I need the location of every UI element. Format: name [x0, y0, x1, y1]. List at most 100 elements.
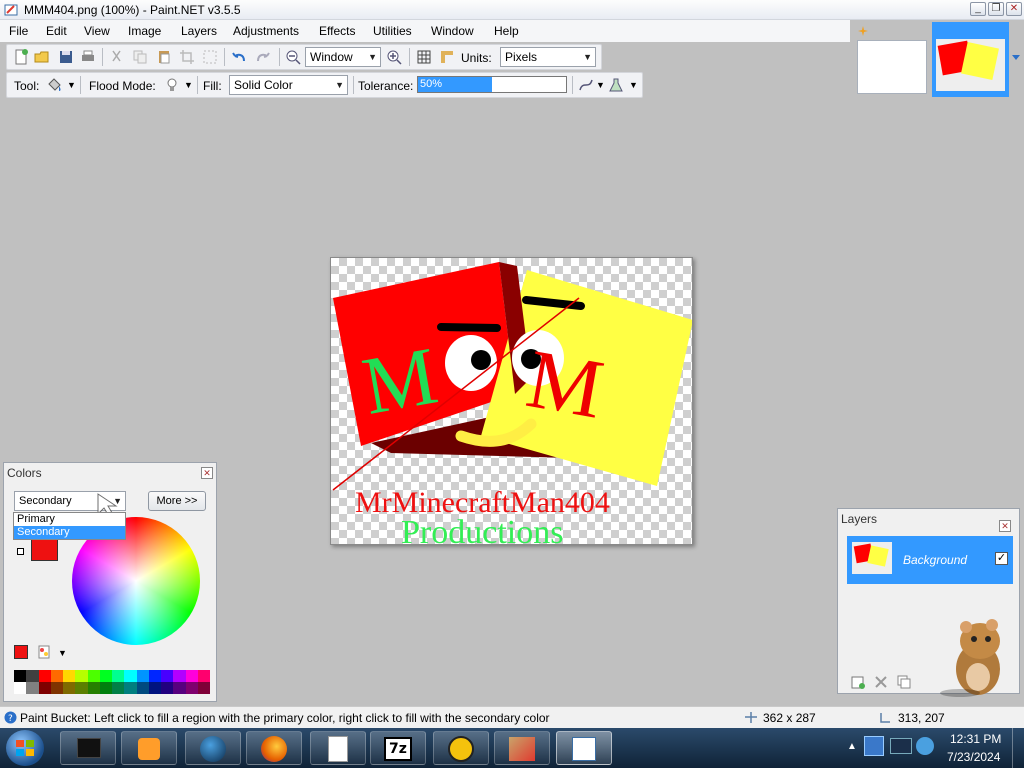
chevron-down-icon[interactable]: ▼ — [629, 80, 638, 90]
clock-time[interactable]: 12:31 PM — [950, 732, 1001, 746]
cut-icon[interactable] — [108, 48, 126, 66]
palette-swatch[interactable] — [38, 682, 51, 694]
redo-icon[interactable] — [254, 48, 272, 66]
menu-effects[interactable]: Effects — [319, 24, 355, 38]
image-thumbnail-active[interactable] — [932, 22, 1009, 97]
rulers-icon[interactable] — [438, 48, 456, 66]
copy-icon[interactable] — [131, 48, 149, 66]
palette-swatch[interactable] — [185, 682, 198, 694]
paste-icon[interactable] — [155, 48, 173, 66]
chevron-down-icon[interactable]: ▼ — [67, 80, 76, 90]
tray-expand-icon[interactable]: ▲ — [847, 741, 857, 752]
menu-layers[interactable]: Layers — [181, 24, 217, 38]
palette-swatch[interactable] — [161, 682, 174, 694]
undo-icon[interactable] — [230, 48, 248, 66]
units-combo[interactable]: Pixels ▼ — [500, 47, 596, 67]
dropdown-option-primary[interactable]: Primary — [14, 513, 125, 526]
palette-swatch[interactable] — [63, 682, 76, 694]
palette-icon[interactable] — [36, 644, 52, 660]
palette-swatch[interactable] — [87, 682, 100, 694]
blend-mode-icon[interactable] — [607, 76, 625, 94]
layer-visibility-checkbox[interactable]: ✓ — [995, 552, 1008, 565]
layer-row-background[interactable]: Background ✓ — [847, 536, 1013, 584]
image-canvas[interactable]: M M MrMinecraftMan404 Productions — [330, 257, 693, 545]
show-desktop-button[interactable] — [1012, 728, 1024, 768]
save-icon[interactable] — [57, 48, 75, 66]
palette-swatch[interactable] — [99, 682, 112, 694]
palette-swatch[interactable] — [14, 682, 27, 694]
taskbar-app-media-player[interactable] — [121, 731, 177, 765]
palette-swatch[interactable] — [112, 682, 125, 694]
palette-swatch[interactable] — [197, 670, 210, 682]
menu-view[interactable]: View — [84, 24, 110, 38]
dropdown-option-secondary[interactable]: Secondary — [14, 526, 125, 539]
start-button[interactable] — [6, 730, 44, 766]
palette-swatch[interactable] — [14, 670, 27, 682]
reset-colors-icon[interactable] — [17, 548, 24, 555]
palette-swatch[interactable] — [38, 670, 51, 682]
taskbar-app-7zip[interactable]: 7z — [370, 731, 426, 765]
menu-help[interactable]: Help — [494, 24, 519, 38]
taskbar-app-paintnet[interactable] — [556, 731, 612, 765]
minimize-button[interactable]: _ — [970, 2, 986, 16]
menu-edit[interactable]: Edit — [46, 24, 67, 38]
tray-app-icon[interactable] — [864, 736, 884, 756]
clock-date[interactable]: 7/23/2024 — [947, 750, 1000, 764]
palette-swatch[interactable] — [50, 682, 63, 694]
taskbar-app-solitaire[interactable] — [310, 731, 366, 765]
palette-swatch[interactable] — [26, 682, 39, 694]
palette-swatch[interactable] — [87, 670, 100, 682]
new-file-icon[interactable] — [12, 48, 30, 66]
zoom-combo[interactable]: Window ▼ — [305, 47, 381, 67]
image-thumbnail-blank[interactable] — [857, 40, 927, 94]
crop-icon[interactable] — [178, 48, 196, 66]
palette-swatch[interactable] — [50, 670, 63, 682]
menu-file[interactable]: File — [9, 24, 28, 38]
add-layer-icon[interactable] — [850, 674, 866, 690]
taskbar-app-terminal[interactable] — [60, 731, 116, 765]
palette-swatch[interactable] — [161, 670, 174, 682]
palette-swatch[interactable] — [185, 670, 198, 682]
thumbnail-scroll-arrow-icon[interactable] — [1011, 52, 1021, 62]
palette-swatch[interactable] — [197, 682, 210, 694]
taskbar-app-firefox[interactable] — [246, 731, 302, 765]
color-palette[interactable] — [14, 670, 210, 694]
chevron-down-icon[interactable]: ▼ — [58, 648, 67, 658]
close-icon[interactable]: ✕ — [201, 467, 213, 479]
close-icon[interactable]: ✕ — [999, 520, 1011, 532]
deselect-icon[interactable] — [201, 48, 219, 66]
menu-adjustments[interactable]: Adjustments — [233, 24, 299, 38]
menu-window[interactable]: Window — [431, 24, 474, 38]
menu-image[interactable]: Image — [128, 24, 161, 38]
taskbar-app-tools[interactable] — [494, 731, 550, 765]
palette-swatch[interactable] — [124, 670, 137, 682]
primary-color-swatch-small[interactable] — [14, 645, 28, 659]
palette-swatch[interactable] — [136, 670, 149, 682]
palette-swatch[interactable] — [75, 682, 88, 694]
palette-swatch[interactable] — [173, 670, 186, 682]
taskbar-app-browser-globe[interactable] — [185, 731, 241, 765]
palette-swatch[interactable] — [124, 682, 137, 694]
taskbar-app-updater[interactable] — [433, 731, 489, 765]
palette-swatch[interactable] — [173, 682, 186, 694]
antialiasing-icon[interactable] — [577, 76, 595, 94]
grid-icon[interactable] — [415, 48, 433, 66]
delete-layer-icon[interactable] — [873, 674, 889, 690]
secondary-color-swatch[interactable] — [31, 539, 58, 561]
palette-swatch[interactable] — [99, 670, 112, 682]
fill-combo[interactable]: Solid Color ▼ — [229, 75, 348, 95]
paint-bucket-icon[interactable] — [45, 76, 63, 94]
palette-swatch[interactable] — [112, 670, 125, 682]
zoom-out-icon[interactable] — [284, 48, 302, 66]
palette-swatch[interactable] — [26, 670, 39, 682]
tolerance-slider[interactable]: 50% — [417, 76, 567, 93]
palette-swatch[interactable] — [148, 682, 161, 694]
restore-button[interactable]: ❐ — [988, 2, 1004, 16]
palette-swatch[interactable] — [75, 670, 88, 682]
volume-icon[interactable] — [916, 737, 934, 755]
open-folder-icon[interactable] — [33, 48, 51, 66]
chevron-down-icon[interactable]: ▼ — [596, 80, 605, 90]
duplicate-layer-icon[interactable] — [896, 674, 912, 690]
zoom-in-icon[interactable] — [385, 48, 403, 66]
close-button[interactable]: ✕ — [1006, 2, 1022, 16]
